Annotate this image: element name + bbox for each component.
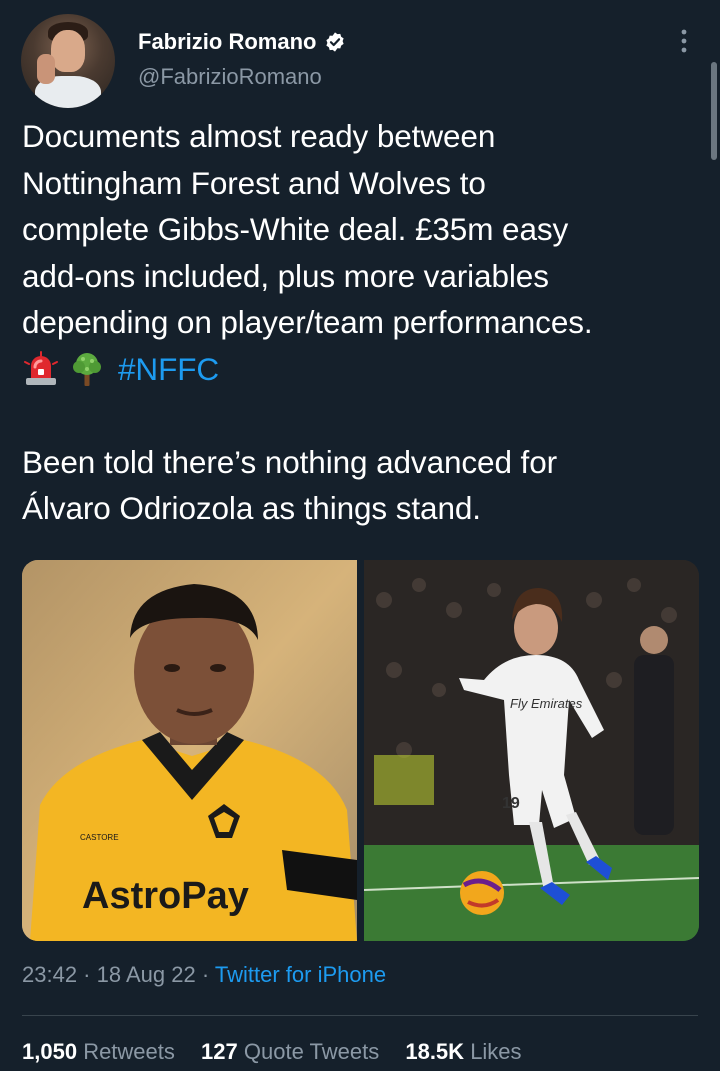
tweet-text-line: Nottingham Forest and Wolves to: [22, 164, 486, 201]
rotating-light-emoji: [24, 350, 58, 385]
right-shirt-sponsor: Fly Emirates: [510, 696, 583, 711]
left-shirt-sponsor: AstroPay: [82, 875, 249, 917]
left-shirt-brand: CASTORE: [80, 833, 119, 842]
retweets-stat[interactable]: 1,050 Retweets: [22, 1039, 175, 1064]
avatar[interactable]: [21, 14, 115, 108]
media-grid: AstroPay CASTORE Fly Emirates 19: [22, 560, 699, 941]
avatar-hand: [37, 54, 55, 84]
tweet-text-line: depending on player/team performances.: [22, 304, 593, 340]
emoji-hashtag-row: #NFFC: [22, 346, 702, 393]
quote-tweets-stat[interactable]: 127 Quote Tweets: [201, 1039, 379, 1064]
likes-label: Likes: [470, 1039, 522, 1064]
media-photo-odriozola[interactable]: Fly Emirates 19: [364, 560, 699, 941]
deciduous-tree-emoji: [73, 352, 101, 386]
right-shorts-number: 19: [502, 795, 520, 812]
likes-count: 18.5K: [405, 1039, 465, 1064]
player-photo-left-drawing: AstroPay CASTORE: [22, 560, 357, 941]
author-display-name[interactable]: Fabrizio Romano: [138, 29, 316, 55]
hashtag-link[interactable]: #NFFC: [118, 346, 219, 393]
tweet-text-line: Been told there’s nothing advanced for: [22, 443, 558, 480]
media-photo-gibbs-white[interactable]: AstroPay CASTORE: [22, 560, 357, 941]
meta-separator: ·: [77, 962, 97, 987]
author-handle[interactable]: @FabrizioRomano: [138, 64, 322, 90]
tweet-date[interactable]: 18 Aug 22: [97, 962, 196, 987]
tweet-meta: 23:42 · 18 Aug 22 · Twitter for iPhone: [22, 962, 386, 988]
quote-tweets-count: 127: [201, 1039, 238, 1064]
meta-separator: ·: [195, 962, 215, 987]
tweet-text: Documents almost ready between Nottingha…: [22, 113, 702, 532]
divider: [22, 1015, 698, 1016]
scrollbar-thumb[interactable]: [711, 62, 717, 160]
avatar-face: [51, 30, 85, 72]
quote-tweets-label: Quote Tweets: [243, 1039, 380, 1064]
player-photo-right-drawing: Fly Emirates 19: [364, 560, 699, 941]
retweets-label: Retweets: [83, 1039, 175, 1064]
retweets-count: 1,050: [22, 1039, 78, 1064]
tweet-detail: Fabrizio Romano @FabrizioRomano Document…: [0, 0, 720, 1071]
tweet-text-line: add-ons included, plus more variables: [22, 257, 549, 294]
more-options-icon[interactable]: [676, 26, 692, 56]
likes-stat[interactable]: 18.5K Likes: [405, 1039, 521, 1064]
verified-badge-icon: [326, 32, 345, 52]
author-name-row[interactable]: Fabrizio Romano: [138, 27, 346, 57]
tweet-text-line: Álvaro Odriozola as things stand.: [22, 490, 481, 526]
tweet-time[interactable]: 23:42: [22, 962, 77, 987]
tweet-text-line: complete Gibbs-White deal. £35m easy: [22, 211, 569, 247]
tweet-text-line: Documents almost ready between: [22, 118, 496, 154]
tweet-stats: 1,050 Retweets 127 Quote Tweets 18.5K Li…: [22, 1039, 542, 1065]
tweet-source-link[interactable]: Twitter for iPhone: [215, 962, 386, 987]
